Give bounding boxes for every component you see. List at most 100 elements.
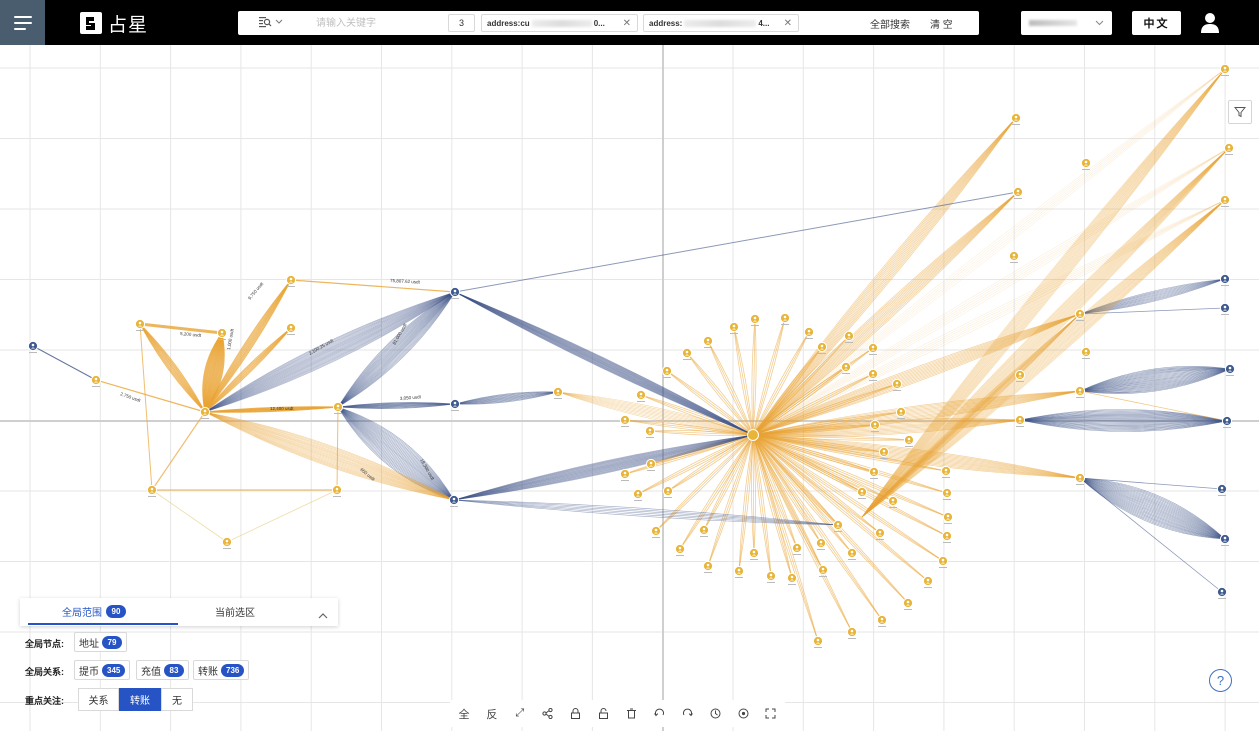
address-node[interactable] bbox=[1080, 346, 1092, 359]
address-node[interactable] bbox=[645, 458, 657, 471]
address-chip[interactable]: address: 4... ✕ bbox=[643, 14, 799, 32]
collapse-button[interactable] bbox=[318, 606, 328, 624]
invert-select-tool[interactable]: 反 bbox=[481, 703, 503, 725]
address-node[interactable] bbox=[942, 511, 954, 524]
filter-button[interactable] bbox=[1228, 100, 1252, 124]
address-node[interactable] bbox=[90, 374, 102, 387]
address-node[interactable] bbox=[765, 570, 777, 583]
address-node[interactable] bbox=[1080, 157, 1092, 170]
address-node[interactable] bbox=[702, 560, 714, 573]
address-node-exchange[interactable] bbox=[448, 494, 460, 507]
address-node[interactable] bbox=[902, 597, 914, 610]
address-node[interactable] bbox=[876, 614, 888, 627]
address-node[interactable] bbox=[791, 542, 803, 555]
address-node[interactable] bbox=[1223, 142, 1235, 155]
address-node[interactable] bbox=[867, 342, 879, 355]
address-node[interactable] bbox=[937, 555, 949, 568]
tab-global-scope[interactable]: 全局范围 90 bbox=[62, 604, 126, 619]
address-node[interactable] bbox=[635, 389, 647, 402]
address-node[interactable] bbox=[940, 465, 952, 478]
filter-label: 提币 bbox=[79, 666, 99, 678]
menu-button[interactable] bbox=[0, 0, 45, 45]
chevron-up-icon bbox=[318, 613, 328, 619]
lock-icon[interactable] bbox=[565, 703, 587, 725]
address-node[interactable] bbox=[903, 434, 915, 447]
question-icon: ? bbox=[1216, 673, 1225, 688]
address-node[interactable] bbox=[786, 572, 798, 585]
language-button[interactable]: 中文 bbox=[1132, 11, 1181, 35]
relation-filter-withdraw[interactable]: 提币 345 bbox=[74, 660, 131, 680]
address-node[interactable] bbox=[1014, 414, 1026, 427]
count-badge: 79 bbox=[102, 635, 122, 649]
focus-option-transfer[interactable]: 转账 bbox=[119, 688, 161, 711]
address-node[interactable] bbox=[146, 484, 158, 497]
address-node[interactable] bbox=[1074, 385, 1086, 398]
fit-view-icon[interactable] bbox=[760, 703, 782, 725]
count-badge: 83 bbox=[164, 663, 184, 677]
address-node[interactable] bbox=[221, 536, 233, 549]
address-node[interactable] bbox=[1012, 186, 1024, 199]
address-node[interactable] bbox=[1074, 472, 1086, 485]
address-node[interactable] bbox=[650, 525, 662, 538]
address-node-exchange[interactable] bbox=[1221, 415, 1233, 428]
search-all-button[interactable]: 全部搜索 bbox=[870, 16, 910, 31]
address-node[interactable] bbox=[619, 468, 631, 481]
global-nodes-label: 全局节点: bbox=[25, 639, 64, 649]
help-button[interactable]: ? bbox=[1209, 669, 1232, 692]
chain-select[interactable] bbox=[1021, 11, 1112, 35]
address-chip[interactable]: address:cu 0... ✕ bbox=[481, 14, 638, 32]
relation-filter-deposit[interactable]: 充值 83 bbox=[136, 660, 189, 680]
depth-field[interactable]: 3 bbox=[448, 14, 475, 32]
app-logo[interactable]: 占星 bbox=[80, 11, 148, 36]
address-node[interactable] bbox=[748, 547, 760, 560]
locate-icon[interactable] bbox=[732, 703, 754, 725]
edge-label: 12,400 usdt bbox=[270, 406, 294, 411]
relation-filter-transfer[interactable]: 转账 736 bbox=[193, 660, 250, 680]
filter-label: 转账 bbox=[198, 666, 218, 678]
search-input[interactable] bbox=[316, 15, 436, 31]
address-node[interactable] bbox=[662, 485, 674, 498]
tab-current-selection[interactable]: 当前选区 bbox=[215, 604, 255, 619]
address-redaction bbox=[531, 19, 592, 27]
select-all-tool[interactable]: 全 bbox=[453, 703, 475, 725]
address-node[interactable] bbox=[674, 543, 686, 556]
share-icon[interactable] bbox=[537, 703, 559, 725]
address-node[interactable] bbox=[817, 564, 829, 577]
node-filter-address[interactable]: 地址 79 bbox=[74, 632, 127, 652]
hub-address-node[interactable] bbox=[747, 429, 759, 441]
relationship-graph[interactable]: 75,807.62 usdt9,750 usdt2,100.25 usdt81,… bbox=[0, 45, 1259, 731]
expand-icon[interactable]: ⤢ bbox=[509, 703, 531, 725]
clear-button[interactable]: 清 空 bbox=[930, 16, 953, 31]
address-node-exchange[interactable] bbox=[1224, 363, 1236, 376]
address-node[interactable] bbox=[846, 626, 858, 639]
address-node[interactable] bbox=[733, 565, 745, 578]
delete-icon[interactable] bbox=[620, 703, 642, 725]
address-node[interactable] bbox=[632, 488, 644, 501]
address-node[interactable] bbox=[779, 312, 791, 325]
focus-option-relation[interactable]: 关系 bbox=[78, 688, 119, 711]
history-icon[interactable] bbox=[704, 703, 726, 725]
user-icon[interactable] bbox=[1198, 11, 1222, 35]
unlock-icon[interactable] bbox=[592, 703, 614, 725]
address-node[interactable] bbox=[644, 425, 656, 438]
address-node[interactable] bbox=[856, 486, 868, 499]
graph-canvas[interactable]: 75,807.62 usdt 9,750 usdt 2,100.25 usdt 81,… bbox=[0, 45, 1259, 731]
undo-icon[interactable] bbox=[648, 703, 670, 725]
address-node[interactable] bbox=[552, 386, 564, 399]
focus-option-none[interactable]: 无 bbox=[161, 688, 193, 711]
address-node[interactable] bbox=[331, 484, 343, 497]
address-node[interactable] bbox=[698, 524, 710, 537]
search-mode-dropdown[interactable] bbox=[258, 16, 283, 28]
address-node[interactable] bbox=[846, 547, 858, 560]
address-node[interactable] bbox=[619, 414, 631, 427]
address-node[interactable] bbox=[285, 322, 297, 335]
address-node[interactable] bbox=[812, 635, 824, 648]
address-node[interactable] bbox=[815, 537, 827, 550]
address-node[interactable] bbox=[922, 575, 934, 588]
close-icon[interactable]: ✕ bbox=[784, 18, 792, 29]
close-icon[interactable]: ✕ bbox=[623, 18, 631, 29]
redo-icon[interactable] bbox=[676, 703, 698, 725]
address-node[interactable] bbox=[1010, 112, 1022, 125]
filter-label: 充值 bbox=[141, 666, 161, 678]
address-node[interactable] bbox=[728, 321, 740, 334]
